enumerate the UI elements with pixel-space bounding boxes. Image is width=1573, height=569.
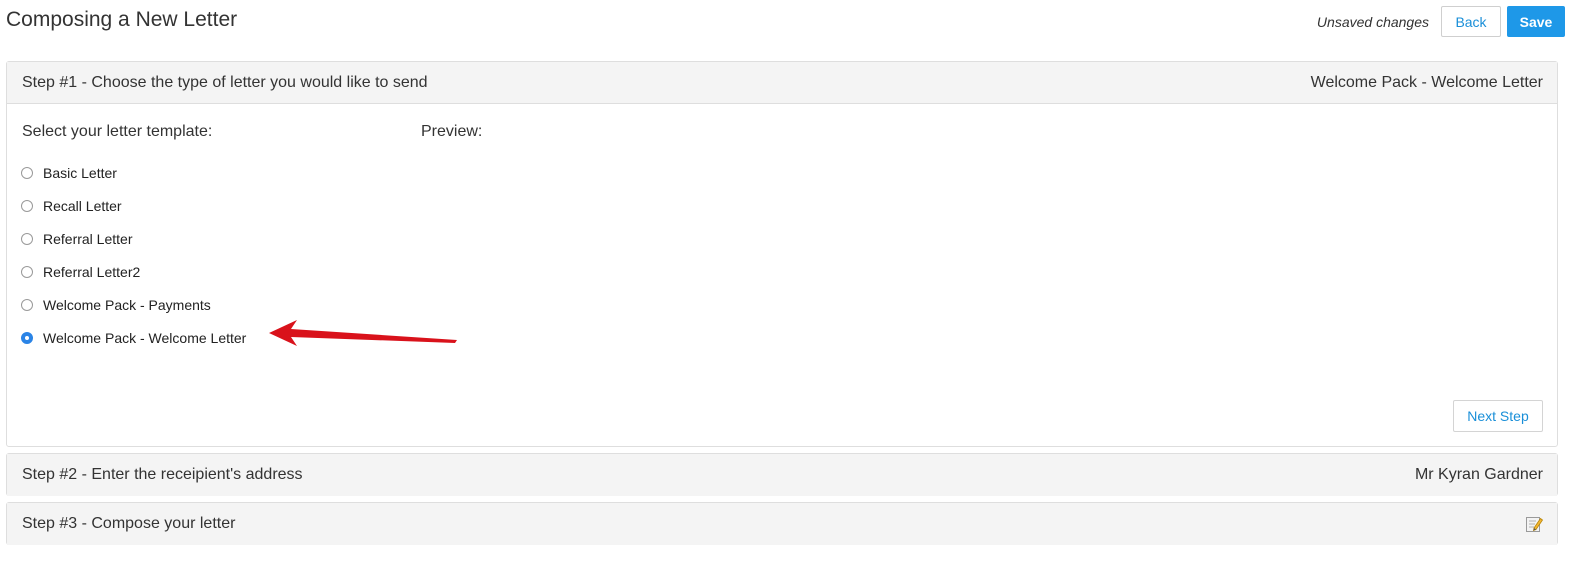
template-option-referral-letter2[interactable]: Referral Letter2	[21, 264, 140, 280]
step-2-summary: Mr Kyran Gardner	[1414, 466, 1543, 483]
step-3-header[interactable]: Step #3 - Compose your letter	[7, 503, 1557, 545]
unsaved-status: Unsaved changes	[1316, 13, 1429, 30]
template-option-recall-letter[interactable]: Recall Letter	[21, 198, 122, 214]
radio-button[interactable]	[21, 299, 33, 311]
radio-button[interactable]	[21, 266, 33, 278]
next-step-button[interactable]: Next Step	[1453, 400, 1543, 432]
top-actions: Unsaved changes Back Save	[1317, 6, 1565, 37]
radio-button[interactable]	[21, 200, 33, 212]
template-option-label: Basic Letter	[43, 165, 117, 181]
edit-note-icon	[1525, 515, 1543, 533]
step-3-title: Step #3 - Compose your letter	[22, 515, 236, 532]
save-button[interactable]: Save	[1507, 6, 1565, 37]
radio-button[interactable]	[21, 167, 33, 179]
step-1-summary: Welcome Pack - Welcome Letter	[1310, 73, 1543, 91]
template-option-basic-letter[interactable]: Basic Letter	[21, 165, 117, 181]
page-title: Composing a New Letter	[6, 8, 238, 31]
template-option-label: Referral Letter2	[43, 264, 141, 280]
step-2-header[interactable]: Step #2 - Enter the receipient's address…	[7, 454, 1557, 496]
step-1-header[interactable]: Step #1 - Choose the type of letter you …	[7, 62, 1557, 104]
preview-label: Preview:	[421, 123, 483, 140]
template-option-label: Referral Letter	[43, 231, 133, 247]
radio-button-selected[interactable]	[21, 332, 33, 344]
template-option-referral-letter[interactable]: Referral Letter	[21, 231, 132, 247]
step-3-panel: Step #3 - Compose your letter	[6, 502, 1558, 545]
back-button[interactable]: Back	[1441, 6, 1501, 37]
step-2-title: Step #2 - Enter the receipient's address	[22, 466, 303, 483]
template-option-label: Recall Letter	[43, 198, 122, 214]
annotation-arrow-icon	[269, 320, 457, 346]
template-option-welcome-pack-welcome-letter[interactable]: Welcome Pack - Welcome Letter	[21, 330, 246, 346]
template-option-label: Welcome Pack - Payments	[43, 297, 211, 313]
step-2-panel: Step #2 - Enter the receipient's address…	[6, 453, 1558, 496]
template-option-welcome-pack-payments[interactable]: Welcome Pack - Payments	[21, 297, 211, 313]
template-select-label: Select your letter template:	[22, 123, 213, 140]
radio-button[interactable]	[21, 233, 33, 245]
step-1-title: Step #1 - Choose the type of letter you …	[22, 73, 428, 91]
template-option-label: Welcome Pack - Welcome Letter	[43, 330, 247, 346]
step-1-panel: Step #1 - Choose the type of letter you …	[6, 61, 1558, 447]
